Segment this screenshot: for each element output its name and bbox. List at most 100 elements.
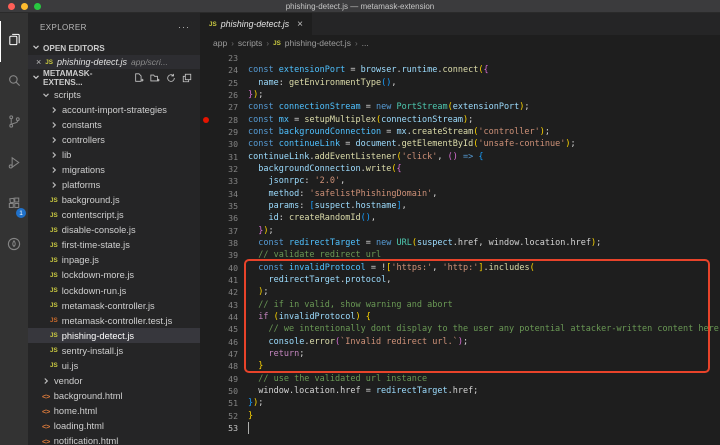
tree-item-migrations[interactable]: migrations [28,162,200,177]
activity-run-debug-button[interactable] [0,144,28,185]
line-number[interactable]: 30 [200,138,238,150]
breadcrumb-item[interactable]: phishing-detect.js [285,38,351,48]
tree-item-controllers[interactable]: controllers [28,132,200,147]
tree-item-phishing-detect-js[interactable]: JSphishing-detect.js [28,328,200,343]
code-line[interactable]: 29const backgroundConnection = mx.create… [200,126,720,138]
tree-item-lockdown-more-js[interactable]: JSlockdown-more.js [28,268,200,283]
refresh-icon[interactable] [166,73,176,83]
code-line[interactable]: 49 // use the validated url instance [200,373,720,385]
line-number[interactable]: 26 [200,89,238,101]
new-file-icon[interactable] [134,73,144,83]
code-line[interactable]: 50 window.location.href = redirectTarget… [200,385,720,397]
code-line[interactable]: 52} [200,410,720,422]
code-line[interactable]: 31continueLink.addEventListener('click',… [200,151,720,163]
tree-item-disable-console-js[interactable]: JSdisable-console.js [28,223,200,238]
tree-item-background-html[interactable]: <>background.html [28,389,200,404]
breadcrumb-item[interactable]: app [213,38,227,48]
line-number[interactable]: 25 [200,77,238,89]
tree-item-lib[interactable]: lib [28,147,200,162]
breadcrumb-item[interactable]: ... [362,38,369,48]
tab-phishing-detect[interactable]: JS phishing-detect.js × [200,13,312,35]
tree-item-notification-html[interactable]: <>notification.html [28,434,200,445]
code-line[interactable]: 34 method: 'safelistPhishingDomain', [200,188,720,200]
line-number[interactable]: 53 [200,422,238,434]
line-number[interactable]: 38 [200,237,238,249]
open-editor-item[interactable]: × JS phishing-detect.js app/scri... [28,55,200,69]
line-number[interactable]: 47 [200,348,238,360]
line-number[interactable]: 49 [200,373,238,385]
activity-source-control-button[interactable] [0,103,28,144]
activity-explorer-button[interactable] [0,21,28,62]
explorer-more-actions-button[interactable]: ··· [178,22,190,32]
line-number[interactable]: 23 [200,52,238,64]
activity-search-button[interactable] [0,62,28,103]
line-number[interactable]: 34 [200,188,238,200]
code-editor[interactable]: 2324const extensionPort = browser.runtim… [200,51,720,445]
open-editors-header[interactable]: OPEN EDITORS [28,41,200,55]
code-line[interactable]: 40 const invalidProtocol = !['https:', '… [200,262,720,274]
code-line[interactable]: 47 return; [200,348,720,360]
line-number[interactable]: 33 [200,175,238,187]
line-number[interactable]: 36 [200,212,238,224]
code-line[interactable]: 36 id: createRandomId(), [200,212,720,224]
tree-item-scripts[interactable]: scripts [28,87,200,102]
tree-item-lockdown-run-js[interactable]: JSlockdown-run.js [28,283,200,298]
code-line[interactable]: 48 } [200,360,720,372]
code-line[interactable]: 38 const redirectTarget = new URL(suspec… [200,237,720,249]
code-line[interactable]: 23 [200,52,720,64]
code-line[interactable]: 41 redirectTarget.protocol, [200,274,720,286]
line-number[interactable]: 41 [200,274,238,286]
tree-item-constants[interactable]: constants [28,117,200,132]
code-line[interactable]: 46 console.error(`Invalid redirect url.`… [200,336,720,348]
line-number[interactable]: 29 [200,126,238,138]
line-number[interactable]: 39 [200,249,238,261]
code-line[interactable]: 33 jsonrpc: '2.0', [200,175,720,187]
activity-extension-plugin-button[interactable] [0,226,28,267]
line-number[interactable]: 37 [200,225,238,237]
line-number[interactable]: 44 [200,311,238,323]
close-window-button[interactable] [8,3,15,10]
code-line[interactable]: 39 // validate redirect url [200,249,720,261]
breakpoint-icon[interactable] [203,117,209,123]
tree-item-ui-js[interactable]: JSui.js [28,358,200,373]
code-line[interactable]: 53 [200,422,720,434]
tree-item-vendor[interactable]: vendor [28,373,200,388]
activity-extensions-button[interactable]: 1 [0,185,28,226]
line-number[interactable]: 35 [200,200,238,212]
line-number[interactable]: 46 [200,336,238,348]
line-number[interactable]: 27 [200,101,238,113]
tree-item-background-js[interactable]: JSbackground.js [28,193,200,208]
code-line[interactable]: 51}); [200,397,720,409]
code-line[interactable]: 35 params: [suspect.hostname], [200,200,720,212]
zoom-window-button[interactable] [34,3,41,10]
close-tab-icon[interactable]: × [297,19,303,30]
code-line[interactable]: 42 ); [200,286,720,298]
line-number[interactable]: 32 [200,163,238,175]
line-number[interactable]: 24 [200,64,238,76]
line-number[interactable]: 45 [200,323,238,335]
code-line[interactable]: 26}); [200,89,720,101]
tree-item-home-html[interactable]: <>home.html [28,404,200,419]
breadcrumb-item[interactable]: scripts [238,38,263,48]
code-line[interactable]: 25 name: getEnvironmentType(), [200,77,720,89]
tree-item-platforms[interactable]: platforms [28,177,200,192]
code-line[interactable]: 37 }); [200,225,720,237]
line-number[interactable]: 51 [200,397,238,409]
tree-item-sentry-install-js[interactable]: JSsentry-install.js [28,343,200,358]
code-line[interactable]: 44 if (invalidProtocol) { [200,311,720,323]
code-line[interactable]: 24const extensionPort = browser.runtime.… [200,64,720,76]
tree-item-account-import-strategies[interactable]: account-import-strategies [28,102,200,117]
line-number[interactable]: 31 [200,151,238,163]
tree-item-contentscript-js[interactable]: JScontentscript.js [28,208,200,223]
project-section-header[interactable]: METAMASK-EXTENS... [28,69,200,87]
minimize-window-button[interactable] [21,3,28,10]
tree-item-metamask-controller-js[interactable]: JSmetamask-controller.js [28,298,200,313]
code-line[interactable]: 28const mx = setupMultiplex(connectionSt… [200,114,720,126]
line-number[interactable]: 52 [200,410,238,422]
tree-item-metamask-controller-test-js[interactable]: JSmetamask-controller.test.js [28,313,200,328]
code-line[interactable]: 27const connectionStream = new PortStrea… [200,101,720,113]
tree-item-first-time-state-js[interactable]: JSfirst-time-state.js [28,238,200,253]
code-line[interactable]: 43 // if in valid, show warning and abor… [200,299,720,311]
line-number[interactable]: 43 [200,299,238,311]
tree-item-inpage-js[interactable]: JSinpage.js [28,253,200,268]
